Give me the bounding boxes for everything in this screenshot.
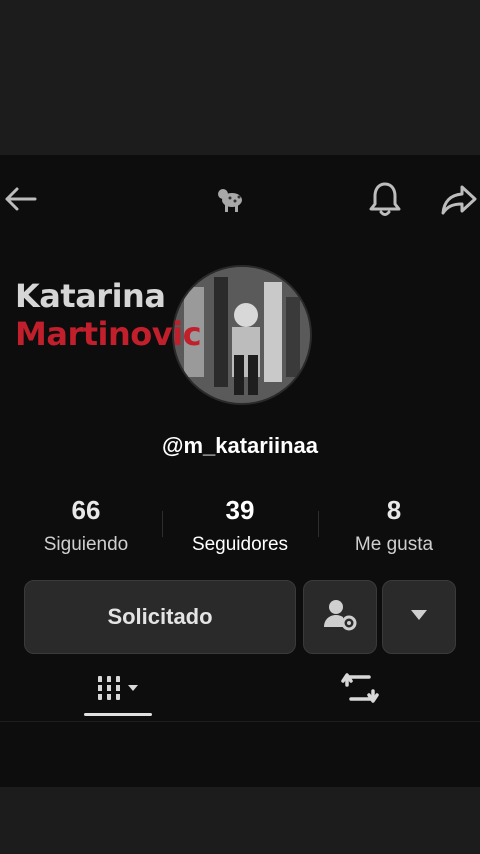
stats-row: 66 Siguiendo 39 Seguidores 8 Me gusta <box>0 495 480 565</box>
tab-videos[interactable] <box>84 670 152 710</box>
following-label: Siguiendo <box>43 534 129 555</box>
requested-button[interactable]: Solicitado <box>24 580 296 654</box>
active-tab-indicator <box>84 713 152 716</box>
user-settings-icon <box>322 597 358 638</box>
back-arrow-icon[interactable] <box>0 179 40 219</box>
stat-likes[interactable]: 8 Me gusta <box>314 495 474 559</box>
triangle-down-icon <box>409 608 429 627</box>
tab-reposts[interactable] <box>330 670 390 710</box>
profile-actions: Solicitado <box>0 580 480 654</box>
following-count: 66 <box>71 495 101 525</box>
bell-icon[interactable] <box>365 177 405 221</box>
grid-icon <box>94 672 142 709</box>
profile-screen: Katarina Martinovic @m_katariinaa 66 Sig… <box>0 155 480 787</box>
display-name-first: Katarina <box>15 277 166 315</box>
followers-count: 39 <box>225 495 255 525</box>
display-name: Katarina Martinovic <box>15 277 202 353</box>
share-arrow-icon[interactable] <box>438 179 480 219</box>
friend-suggestions-button[interactable] <box>303 580 377 654</box>
more-options-button[interactable] <box>382 580 456 654</box>
likes-count: 8 <box>386 495 402 525</box>
stat-followers[interactable]: 39 Seguidores <box>160 495 320 559</box>
followers-label: Seguidores <box>191 534 289 555</box>
top-bar <box>0 155 480 245</box>
stat-following[interactable]: 66 Siguiendo <box>6 495 166 559</box>
tabs-divider <box>0 721 480 722</box>
username: @m_katariinaa <box>162 433 318 458</box>
display-name-last: Martinovic <box>15 315 202 353</box>
leopard-icon <box>212 183 252 217</box>
repost-icon <box>341 671 379 710</box>
profile-tabs <box>0 660 480 720</box>
phone-frame: Katarina Martinovic @m_katariinaa 66 Sig… <box>0 0 480 854</box>
likes-label: Me gusta <box>354 534 434 555</box>
